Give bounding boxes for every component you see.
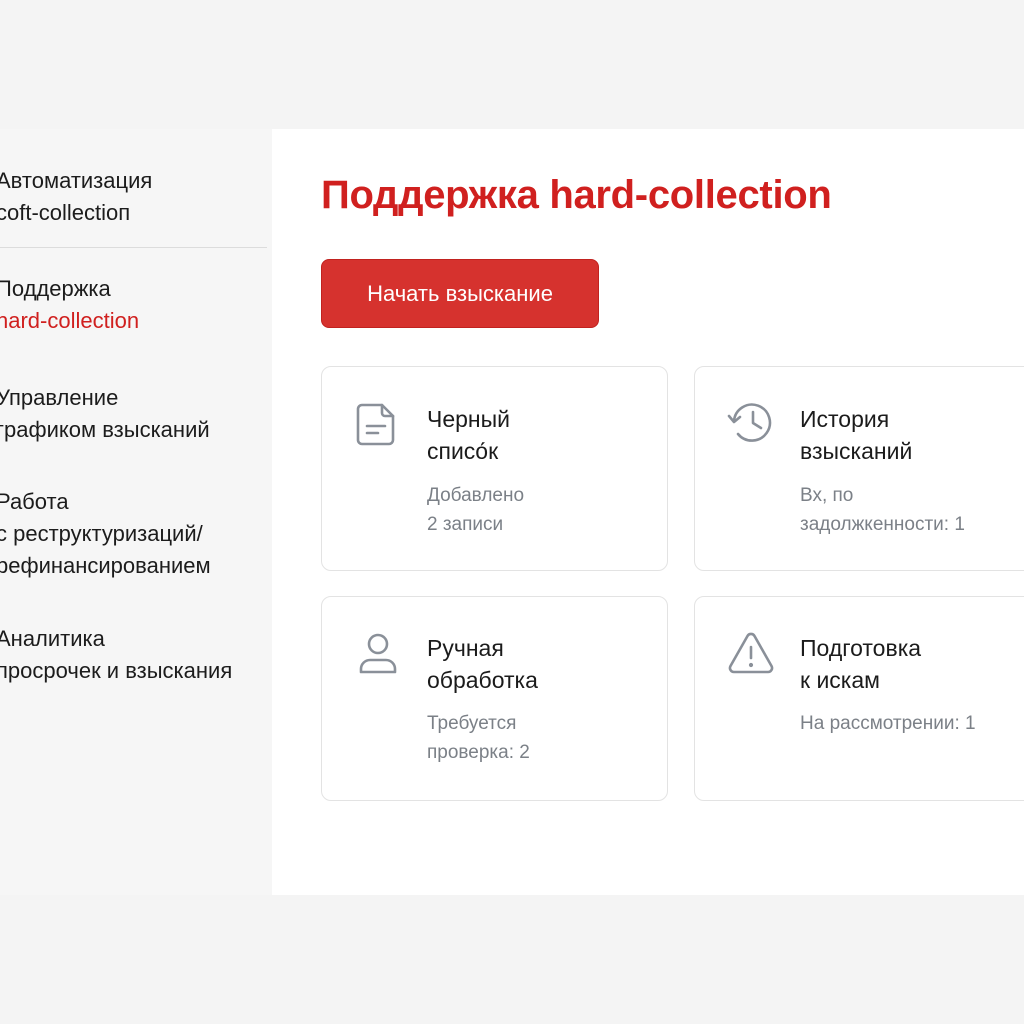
sidebar-item-label: Автоматизация (0, 168, 153, 193)
history-icon (725, 397, 777, 449)
card-subtitle: На рассмотрении: 1 (800, 713, 976, 734)
card-title: Черный спиcо́к (427, 406, 510, 464)
sidebar-item-label: просрочек и взыскания (0, 658, 233, 683)
sidebar-item-label-active: hard-collection (0, 308, 140, 333)
sidebar-item-hard-collection[interactable]: Поддержка hard-collection (0, 273, 272, 337)
sidebar: Автоматизация coft-collectioп Поддержка … (0, 129, 272, 895)
document-icon (352, 397, 404, 449)
page-title: Поддержка hard-collection (321, 173, 832, 217)
sidebar-item-restructuring[interactable]: Работа с реструктуризаций/ рефинансирова… (0, 486, 272, 582)
sidebar-item-label: графиком взысканий (0, 417, 210, 442)
card-collection-history[interactable]: История взысканий Вх, по задолжкенности:… (694, 366, 1024, 571)
sidebar-item-soft-collection[interactable]: Автоматизация coft-collectioп (0, 165, 272, 229)
sidebar-item-schedule[interactable]: Управление графиком взысканий (0, 382, 272, 446)
card-title: История взысканий (800, 406, 913, 464)
card-title: Подготовка к искам (800, 635, 922, 693)
card-blacklist[interactable]: Черный спиcо́к Добавлено 2 записи (321, 366, 668, 571)
card-manual-processing[interactable]: Ручная обработка Требуется проверка: 2 (321, 596, 668, 801)
sidebar-item-label: Управление (0, 385, 119, 410)
sidebar-divider (0, 247, 267, 248)
app-window: Автоматизация coft-collectioп Поддержка … (0, 129, 1024, 895)
sidebar-item-label: Поддержка (0, 276, 111, 301)
sidebar-item-label: рефинансированием (0, 553, 211, 578)
sidebar-item-label: coft-collectioп (0, 200, 131, 225)
card-subtitle: Вх, по задолжкенности: 1 (800, 485, 965, 535)
start-collection-button[interactable]: Начать взыскание (321, 259, 599, 328)
sidebar-item-label: Аналитика (0, 626, 105, 651)
card-lawsuit-preparation[interactable]: Подготовка к искам На рассмотрении: 1 (694, 596, 1024, 801)
sidebar-item-analytics[interactable]: Аналитика просрочек и взыскания (0, 623, 272, 687)
warning-icon (725, 627, 777, 679)
main-content: Поддержка hard-collection Начать взыскан… (272, 129, 1024, 895)
sidebar-item-label: Работа (0, 489, 69, 514)
card-title: Ручная обработка (427, 635, 538, 693)
card-subtitle: Добавлено 2 записи (427, 485, 525, 535)
sidebar-item-label: с реструктуризаций/ (0, 521, 203, 546)
user-icon (352, 627, 404, 679)
card-subtitle: Требуется проверка: 2 (427, 713, 530, 763)
